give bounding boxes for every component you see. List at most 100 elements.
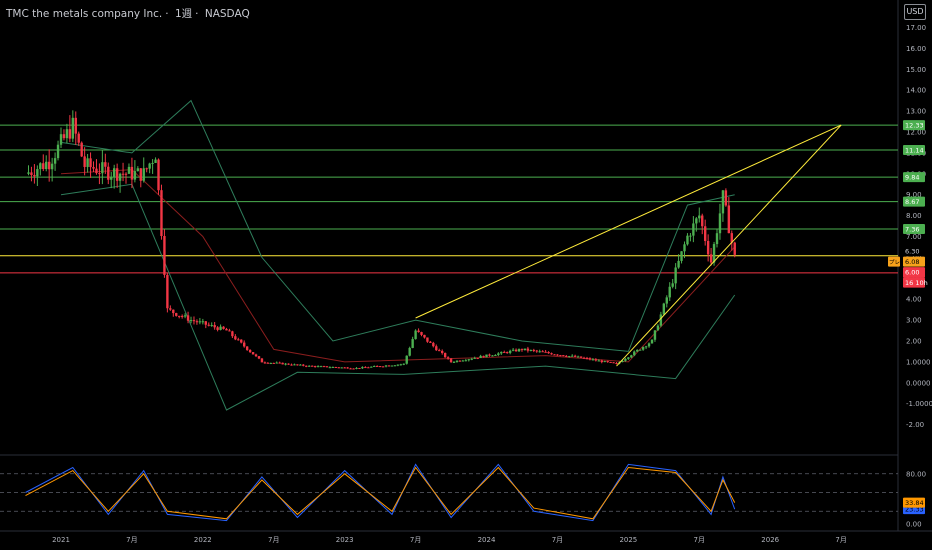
candle-body bbox=[476, 357, 479, 359]
time-tick-label: 2024 bbox=[478, 536, 496, 544]
title-separator: · bbox=[165, 8, 169, 20]
candle-body bbox=[689, 235, 692, 237]
candle-body bbox=[603, 361, 606, 363]
candle-body bbox=[523, 348, 527, 351]
candle-body bbox=[600, 360, 603, 363]
candle-body bbox=[284, 363, 287, 365]
candle-body bbox=[701, 215, 704, 227]
candle-body bbox=[562, 355, 565, 357]
price-tag-label: 6.00 bbox=[905, 269, 919, 277]
candle-body bbox=[86, 158, 89, 167]
candle-body bbox=[653, 330, 657, 340]
candle-body bbox=[145, 168, 148, 170]
candle-body bbox=[198, 321, 202, 323]
candle-body bbox=[118, 173, 122, 181]
candle-body bbox=[408, 347, 411, 356]
candle-body bbox=[110, 176, 113, 180]
candle-body bbox=[706, 240, 710, 255]
candle-body bbox=[213, 325, 216, 328]
level-price-tag-label: 11.14 bbox=[905, 146, 924, 154]
candle-body bbox=[157, 159, 160, 191]
candle-body bbox=[721, 190, 725, 214]
candle-body bbox=[151, 162, 154, 164]
candle-body bbox=[420, 332, 423, 335]
candle-body bbox=[588, 358, 592, 360]
candle-body bbox=[89, 158, 92, 168]
oscillator-tick-label: 80.00 bbox=[906, 470, 926, 478]
candle-body bbox=[225, 328, 228, 331]
candle-body bbox=[136, 168, 140, 172]
price-tick-label: 0.0000 bbox=[906, 379, 931, 387]
candle-body bbox=[370, 366, 373, 368]
candle-body bbox=[461, 360, 465, 362]
candle-body bbox=[115, 168, 119, 181]
candle-body bbox=[210, 325, 213, 327]
candle-body bbox=[219, 326, 222, 330]
candle-body bbox=[609, 361, 612, 363]
candle-body bbox=[683, 244, 686, 252]
candle-body bbox=[166, 274, 169, 309]
candle-body bbox=[715, 233, 719, 245]
candle-body bbox=[77, 133, 80, 143]
candle-body bbox=[556, 354, 559, 356]
candle-body bbox=[148, 163, 151, 169]
candle-body bbox=[594, 359, 598, 361]
candle-body bbox=[355, 367, 358, 369]
candle-body bbox=[349, 368, 352, 370]
candle-body bbox=[576, 356, 580, 358]
candle-body bbox=[506, 352, 509, 354]
time-tick-label: 7月 bbox=[126, 536, 137, 544]
candle-body bbox=[254, 354, 258, 357]
candle-body bbox=[568, 356, 571, 358]
time-tick-label: 7月 bbox=[410, 536, 421, 544]
candle-body bbox=[677, 260, 680, 268]
candle-body bbox=[724, 190, 728, 206]
candle-body bbox=[216, 327, 219, 330]
candle-body bbox=[432, 342, 435, 347]
price-tag-prefix-label: プレ bbox=[889, 259, 900, 266]
time-tick-label: 7月 bbox=[694, 536, 705, 544]
candle-body bbox=[435, 346, 438, 351]
candle-body bbox=[571, 355, 574, 357]
candle-body bbox=[281, 362, 284, 365]
interval-label: 1週 bbox=[174, 8, 193, 20]
candle-body bbox=[727, 205, 731, 234]
candle-body bbox=[346, 367, 349, 369]
candle-body bbox=[529, 349, 533, 351]
candle-body bbox=[45, 161, 48, 170]
symbol-name: TMC the metals company Inc. bbox=[6, 8, 163, 20]
candle-body bbox=[178, 315, 181, 317]
candle-body bbox=[367, 367, 370, 369]
candle-body bbox=[375, 366, 379, 368]
candle-body bbox=[491, 355, 494, 357]
candle-body bbox=[633, 351, 636, 356]
price-tick-label: 16.00 bbox=[906, 45, 926, 53]
candle-body bbox=[373, 366, 376, 368]
candle-body bbox=[83, 156, 86, 167]
time-tick-label: 7月 bbox=[835, 536, 846, 544]
candle-body bbox=[638, 349, 642, 351]
candle-body bbox=[503, 351, 506, 353]
candle-body bbox=[192, 320, 196, 322]
candle-body bbox=[160, 190, 163, 237]
candle-body bbox=[443, 352, 447, 358]
candle-body bbox=[175, 313, 178, 316]
candle-body bbox=[62, 134, 66, 139]
price-chart[interactable]: 17.0016.0015.0014.0013.0012.0011.0010.00… bbox=[0, 0, 932, 550]
candle-body bbox=[378, 366, 382, 368]
candle-body bbox=[107, 166, 110, 180]
title-separator: · bbox=[195, 8, 199, 20]
candle-body bbox=[695, 218, 698, 224]
candle-body bbox=[260, 358, 264, 363]
candle-body bbox=[411, 339, 414, 348]
candle-body bbox=[644, 346, 648, 348]
candle-body bbox=[606, 361, 609, 363]
candle-body bbox=[50, 163, 54, 170]
candle-body bbox=[47, 161, 51, 170]
candle-body bbox=[538, 351, 541, 353]
trendline[interactable] bbox=[616, 124, 842, 367]
currency-button[interactable]: USD bbox=[904, 4, 926, 20]
candle-body bbox=[352, 368, 355, 370]
candle-body bbox=[488, 354, 491, 356]
trendline[interactable] bbox=[415, 124, 842, 319]
